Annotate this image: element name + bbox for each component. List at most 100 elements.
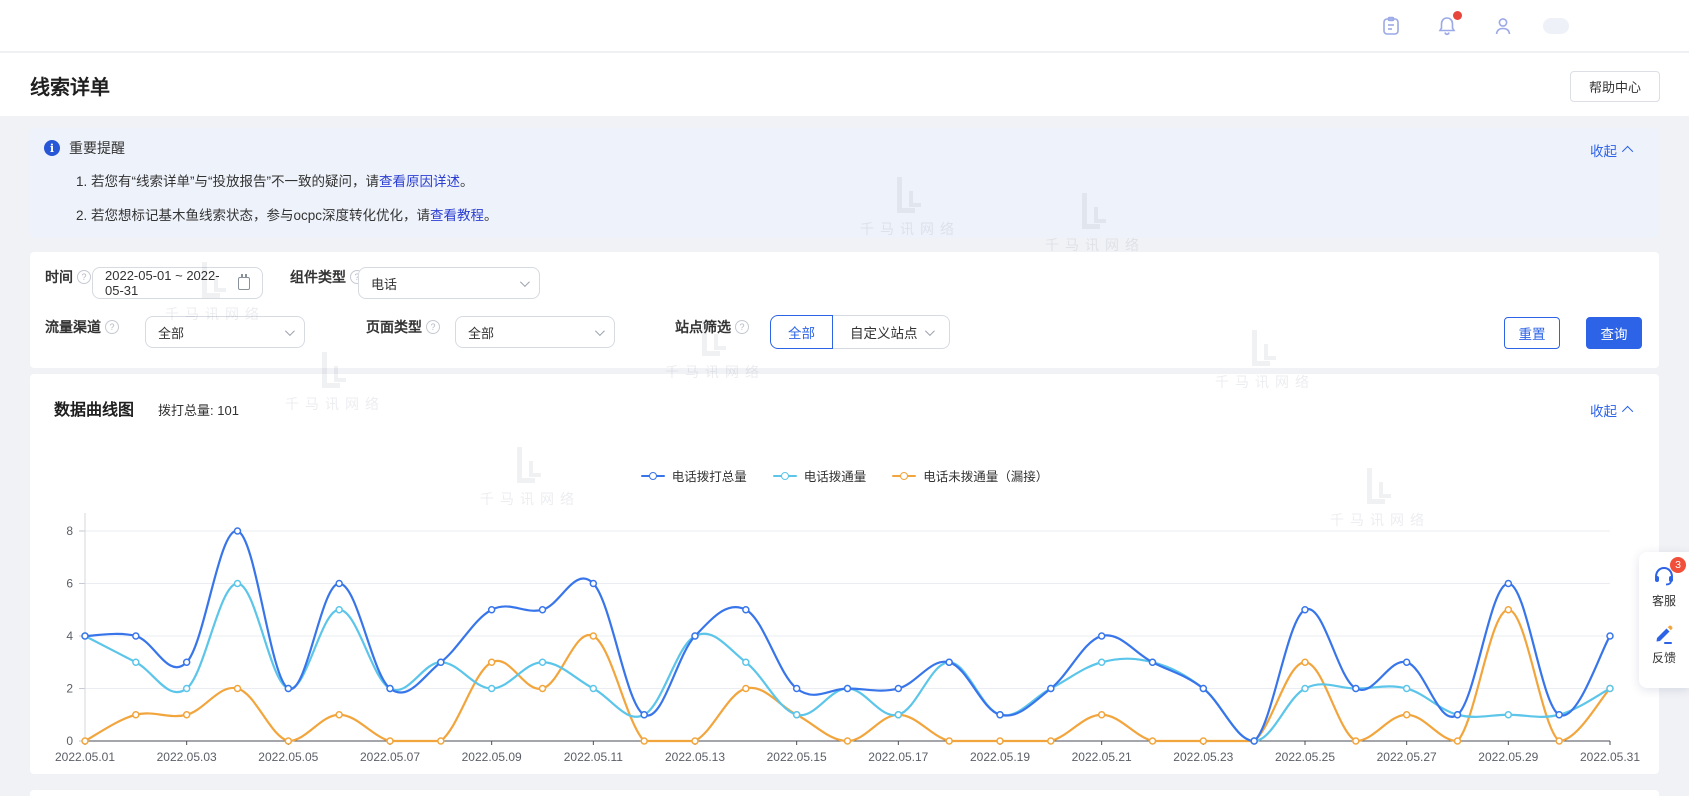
data-point[interactable] [1048, 738, 1054, 744]
legend-item-1[interactable]: 电话拨通量 [773, 466, 867, 485]
data-point[interactable] [1505, 607, 1511, 613]
data-point[interactable] [895, 712, 901, 718]
data-point[interactable] [590, 686, 596, 692]
data-point[interactable] [1556, 712, 1562, 718]
data-point[interactable] [1404, 659, 1410, 665]
data-point[interactable] [1302, 659, 1308, 665]
data-point[interactable] [845, 686, 851, 692]
data-point[interactable] [133, 659, 139, 665]
traffic-channel-select[interactable]: 全部 [145, 316, 305, 348]
data-point[interactable] [1607, 686, 1613, 692]
data-point[interactable] [590, 633, 596, 639]
data-point[interactable] [438, 738, 444, 744]
data-point[interactable] [133, 633, 139, 639]
data-point[interactable] [1404, 686, 1410, 692]
feedback-button[interactable]: 反馈 [1652, 623, 1676, 666]
data-point[interactable] [387, 738, 393, 744]
data-point[interactable] [184, 712, 190, 718]
data-point[interactable] [387, 686, 393, 692]
data-point[interactable] [540, 607, 546, 613]
data-point[interactable] [235, 528, 241, 534]
data-point[interactable] [1200, 686, 1206, 692]
date-range-input[interactable]: 2022-05-01 ~ 2022-05-31 [92, 267, 263, 299]
data-point[interactable] [641, 712, 647, 718]
avatar[interactable] [1543, 18, 1569, 34]
notice-collapse-button[interactable]: 收起 [1590, 140, 1633, 160]
data-point[interactable] [184, 659, 190, 665]
data-point[interactable] [1505, 712, 1511, 718]
data-point[interactable] [1455, 738, 1461, 744]
help-center-button[interactable]: 帮助中心 [1570, 71, 1660, 102]
data-point[interactable] [82, 738, 88, 744]
data-point[interactable] [336, 607, 342, 613]
question-icon[interactable]: ? [735, 320, 749, 334]
data-point[interactable] [1353, 686, 1359, 692]
data-point[interactable] [1099, 712, 1105, 718]
page-type-select[interactable]: 全部 [455, 316, 615, 348]
reset-button[interactable]: 重置 [1504, 317, 1560, 349]
data-point[interactable] [82, 633, 88, 639]
data-point[interactable] [438, 659, 444, 665]
query-button[interactable]: 查询 [1586, 317, 1642, 349]
data-point[interactable] [692, 738, 698, 744]
bell-icon[interactable] [1431, 10, 1463, 42]
user-icon[interactable] [1487, 10, 1519, 42]
data-point[interactable] [1302, 686, 1308, 692]
data-point[interactable] [285, 738, 291, 744]
site-filter-all-option[interactable]: 全部 [770, 315, 833, 349]
site-filter-custom-option[interactable]: 自定义站点 [833, 315, 950, 349]
data-point[interactable] [692, 633, 698, 639]
data-point[interactable] [235, 686, 241, 692]
question-icon[interactable]: ? [105, 320, 119, 334]
data-point[interactable] [641, 738, 647, 744]
question-icon[interactable]: ? [77, 270, 91, 284]
data-point[interactable] [794, 712, 800, 718]
data-point[interactable] [997, 712, 1003, 718]
question-icon[interactable]: ? [426, 320, 440, 334]
data-point[interactable] [794, 686, 800, 692]
data-point[interactable] [946, 738, 952, 744]
data-point[interactable] [1607, 633, 1613, 639]
component-type-select[interactable]: 电话 [358, 267, 540, 299]
data-point[interactable] [1099, 659, 1105, 665]
data-point[interactable] [1455, 712, 1461, 718]
data-point[interactable] [895, 686, 901, 692]
data-point[interactable] [1505, 581, 1511, 587]
data-point[interactable] [489, 607, 495, 613]
site-filter-segmented: 全部 自定义站点 [770, 315, 950, 349]
data-point[interactable] [845, 738, 851, 744]
customer-service-button[interactable]: 3 客服 [1652, 564, 1676, 609]
data-point[interactable] [540, 686, 546, 692]
data-point[interactable] [1150, 738, 1156, 744]
data-point[interactable] [1200, 738, 1206, 744]
data-point[interactable] [1353, 738, 1359, 744]
data-point[interactable] [336, 712, 342, 718]
data-point[interactable] [1048, 686, 1054, 692]
data-point[interactable] [946, 659, 952, 665]
data-point[interactable] [743, 607, 749, 613]
data-point[interactable] [997, 738, 1003, 744]
data-point[interactable] [133, 712, 139, 718]
data-point[interactable] [1556, 738, 1562, 744]
data-point[interactable] [285, 686, 291, 692]
data-point[interactable] [489, 686, 495, 692]
data-point[interactable] [489, 659, 495, 665]
data-point[interactable] [184, 686, 190, 692]
chart-collapse-button[interactable]: 收起 [1590, 400, 1633, 420]
data-point[interactable] [540, 659, 546, 665]
data-point[interactable] [1099, 633, 1105, 639]
legend-item-2[interactable]: 电话未拨通量（漏接） [892, 466, 1048, 485]
data-point[interactable] [590, 581, 596, 587]
data-point[interactable] [1150, 659, 1156, 665]
data-point[interactable] [743, 686, 749, 692]
notice-link-tutorial[interactable]: 查看教程 [430, 208, 484, 223]
legend-item-0[interactable]: 电话拨打总量 [641, 466, 747, 485]
data-point[interactable] [235, 581, 241, 587]
clipboard-icon[interactable] [1375, 10, 1407, 42]
data-point[interactable] [1404, 712, 1410, 718]
notice-link-reason[interactable]: 查看原因详述 [379, 174, 460, 189]
data-point[interactable] [1251, 738, 1257, 744]
data-point[interactable] [336, 581, 342, 587]
data-point[interactable] [743, 659, 749, 665]
data-point[interactable] [1302, 607, 1308, 613]
